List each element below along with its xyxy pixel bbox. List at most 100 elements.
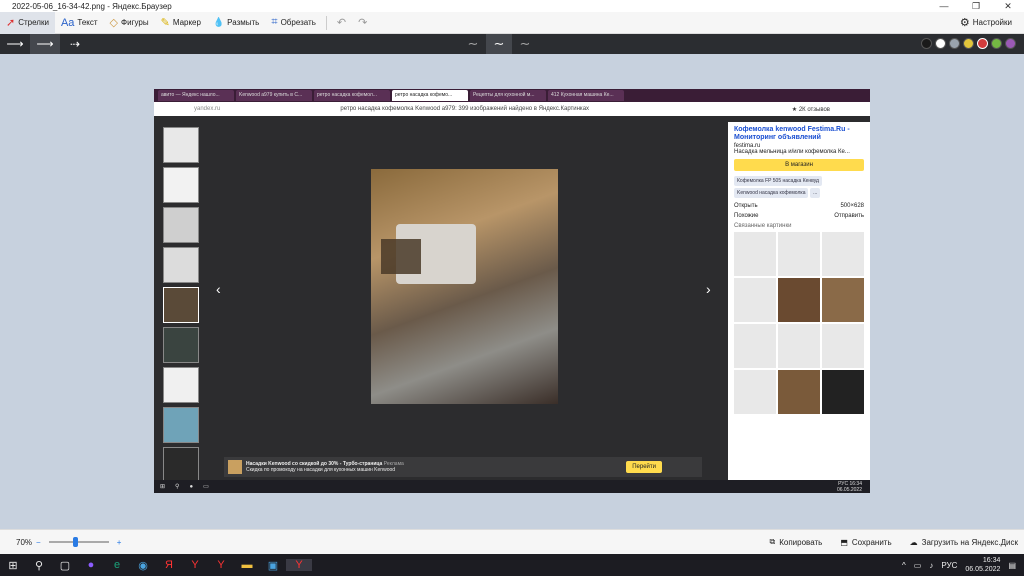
color-swatch-red[interactable] — [977, 38, 988, 49]
save-label: Сохранить — [851, 537, 892, 547]
thumbnail — [163, 167, 199, 203]
thumbnail-active — [163, 287, 199, 323]
color-swatch-yellow[interactable] — [963, 38, 974, 49]
crop-icon: ⌗ — [271, 16, 278, 28]
save-button[interactable]: ⬒ Сохранить — [840, 537, 891, 547]
tool-blur-label: Размыть — [227, 18, 260, 27]
windows-icon: ⊞ — [160, 484, 166, 490]
tool-arrows[interactable]: ➚ Стрелки — [0, 11, 55, 34]
related-image — [822, 324, 864, 368]
reviews-badge: ★ 2К отзывов — [791, 106, 830, 113]
open-row: Открыть 500×628 — [734, 203, 864, 209]
close-button[interactable]: ✕ — [992, 1, 1024, 12]
windows-start-icon[interactable]: ⊞ — [0, 559, 26, 572]
save-icon: ⬒ — [840, 537, 848, 547]
thumbnail — [163, 447, 199, 483]
edge-icon[interactable]: e — [104, 559, 130, 571]
tag-chip: Кофемолка FP 505 насадка Кенвуд — [734, 176, 822, 186]
clock[interactable]: 16:34 06.05.2022 — [965, 556, 1000, 574]
color-swatch-green[interactable] — [991, 38, 1002, 49]
inner-taskbar: ⊞ ⚲ ● ▭ РУС 16:34 06.05.2022 — [154, 480, 870, 493]
tag-chip: Kenwood насадка кофемолка — [734, 188, 809, 198]
color-swatch-white[interactable] — [935, 38, 946, 49]
arrow-style-dotted-icon[interactable]: ⇢ — [60, 34, 90, 54]
yandex-browser-active-icon[interactable]: Y — [286, 559, 312, 571]
color-swatch-gray[interactable] — [949, 38, 960, 49]
related-image — [734, 324, 776, 368]
thumbnail — [163, 407, 199, 443]
zoom-slider[interactable] — [48, 537, 109, 547]
shapes-icon: ◇ — [109, 17, 119, 29]
arrow-style-thick-icon[interactable]: ⟶ — [0, 34, 30, 54]
color-swatch-black[interactable] — [921, 38, 932, 49]
screenshot-image[interactable]: авито — Яндекс нашло... Kenwood a979 куп… — [154, 89, 870, 493]
volume-icon[interactable]: ♪ — [929, 561, 933, 570]
search-icon[interactable]: ⚲ — [26, 559, 52, 572]
cloud-upload-icon: ☁ — [909, 537, 918, 547]
color-palette — [921, 38, 1016, 49]
tool-blur[interactable]: 💧 Размыть — [207, 12, 265, 34]
alice-icon[interactable]: ● — [78, 559, 104, 571]
system-tray: ^ ▭ ♪ РУС 16:34 06.05.2022 ▤ — [902, 556, 1016, 574]
browser-tab: авито — Яндекс нашло... — [158, 90, 234, 101]
file-explorer-icon[interactable]: ▬ — [234, 559, 260, 571]
folder-icon: ▭ — [203, 484, 209, 490]
tool-shapes-label: Фигуры — [121, 18, 149, 27]
zoom-in-button[interactable]: + — [117, 538, 122, 547]
settings-button[interactable]: ⚙ Настройки — [954, 12, 1018, 34]
undo-icon[interactable]: ↶ — [331, 16, 352, 29]
source-title: Кофемолка kenwood Festima.Ru - Мониторин… — [734, 126, 850, 141]
tag-chip: ... — [810, 188, 821, 198]
tool-options-bar: ⟶ ⟶ ⇢ ∼ ∼ ∼ — [0, 34, 1024, 54]
redo-icon[interactable]: ↷ — [352, 16, 373, 29]
title-bar: 2022-05-06_16-34-42.png - Яндекс.Браузер… — [0, 0, 1024, 12]
task-view-icon[interactable]: ▢ — [52, 559, 78, 572]
thumbnail — [163, 207, 199, 243]
tool-crop[interactable]: ⌗ Обрезать — [265, 12, 322, 34]
grinder-cup-shape — [381, 239, 421, 274]
related-image — [778, 278, 820, 322]
tray-chevron-icon[interactable]: ^ — [902, 561, 906, 570]
language-indicator[interactable]: РУС — [941, 561, 957, 570]
tool-shapes[interactable]: ◇ Фигуры — [104, 12, 155, 34]
main-preview-image — [371, 169, 558, 404]
yandex-browser-icon[interactable]: Y — [208, 559, 234, 571]
zoom-out-button[interactable]: − — [36, 538, 41, 547]
marker-icon: ✎ — [160, 17, 170, 29]
curve-medium-icon[interactable]: ∼ — [486, 34, 512, 54]
browser-tab: ретро насадка кофемол... — [314, 90, 390, 101]
store-icon[interactable]: ▣ — [260, 559, 286, 572]
clock-time: 16:34 — [982, 557, 1001, 564]
maximize-button[interactable]: ❐ — [960, 1, 992, 12]
related-grid — [734, 232, 864, 414]
notifications-icon[interactable]: ▤ — [1008, 561, 1016, 570]
network-icon[interactable]: ▭ — [914, 561, 922, 570]
copy-button[interactable]: ⧉ Копировать — [770, 537, 823, 547]
color-swatch-purple[interactable] — [1005, 38, 1016, 49]
minimize-button[interactable]: — — [928, 1, 960, 12]
app-icon[interactable]: ◉ — [130, 559, 156, 572]
tool-marker[interactable]: ✎ Маркер — [155, 12, 207, 34]
thumbnail-strip — [163, 127, 200, 487]
curve-thin-icon[interactable]: ∼ — [460, 34, 486, 54]
upload-disk-button[interactable]: ☁ Загрузить на Яндекс.Диск — [910, 537, 1018, 547]
arrow-style-medium-icon[interactable]: ⟶ — [30, 34, 60, 54]
text-icon: Aa — [60, 16, 75, 29]
search-icon: ⚲ — [175, 484, 180, 490]
yandex-icon[interactable]: Я — [156, 559, 182, 571]
related-image — [734, 232, 776, 276]
inner-date: 06.05.2022 — [836, 486, 862, 493]
editor-toolbar: ➚ Стрелки Aa Текст ◇ Фигуры ✎ Маркер 💧 Р… — [0, 11, 1024, 34]
upload-label: Загрузить на Яндекс.Диск — [921, 537, 1018, 547]
thumbnail — [163, 327, 199, 363]
image-size: 500×628 — [840, 203, 864, 209]
yandex-browser-icon[interactable]: Y — [182, 559, 208, 571]
ad-go-button: Перейти — [626, 461, 662, 473]
browser-url: yandex.ru — [194, 106, 221, 112]
browser-tab: Kenwood a979 купить в С... — [236, 90, 312, 101]
curve-thick-icon[interactable]: ∼ — [512, 34, 538, 54]
shop-button: В магазин — [734, 159, 864, 171]
related-image — [822, 278, 864, 322]
zoom-slider-knob[interactable] — [73, 537, 79, 547]
tool-text[interactable]: Aa Текст — [55, 12, 104, 34]
